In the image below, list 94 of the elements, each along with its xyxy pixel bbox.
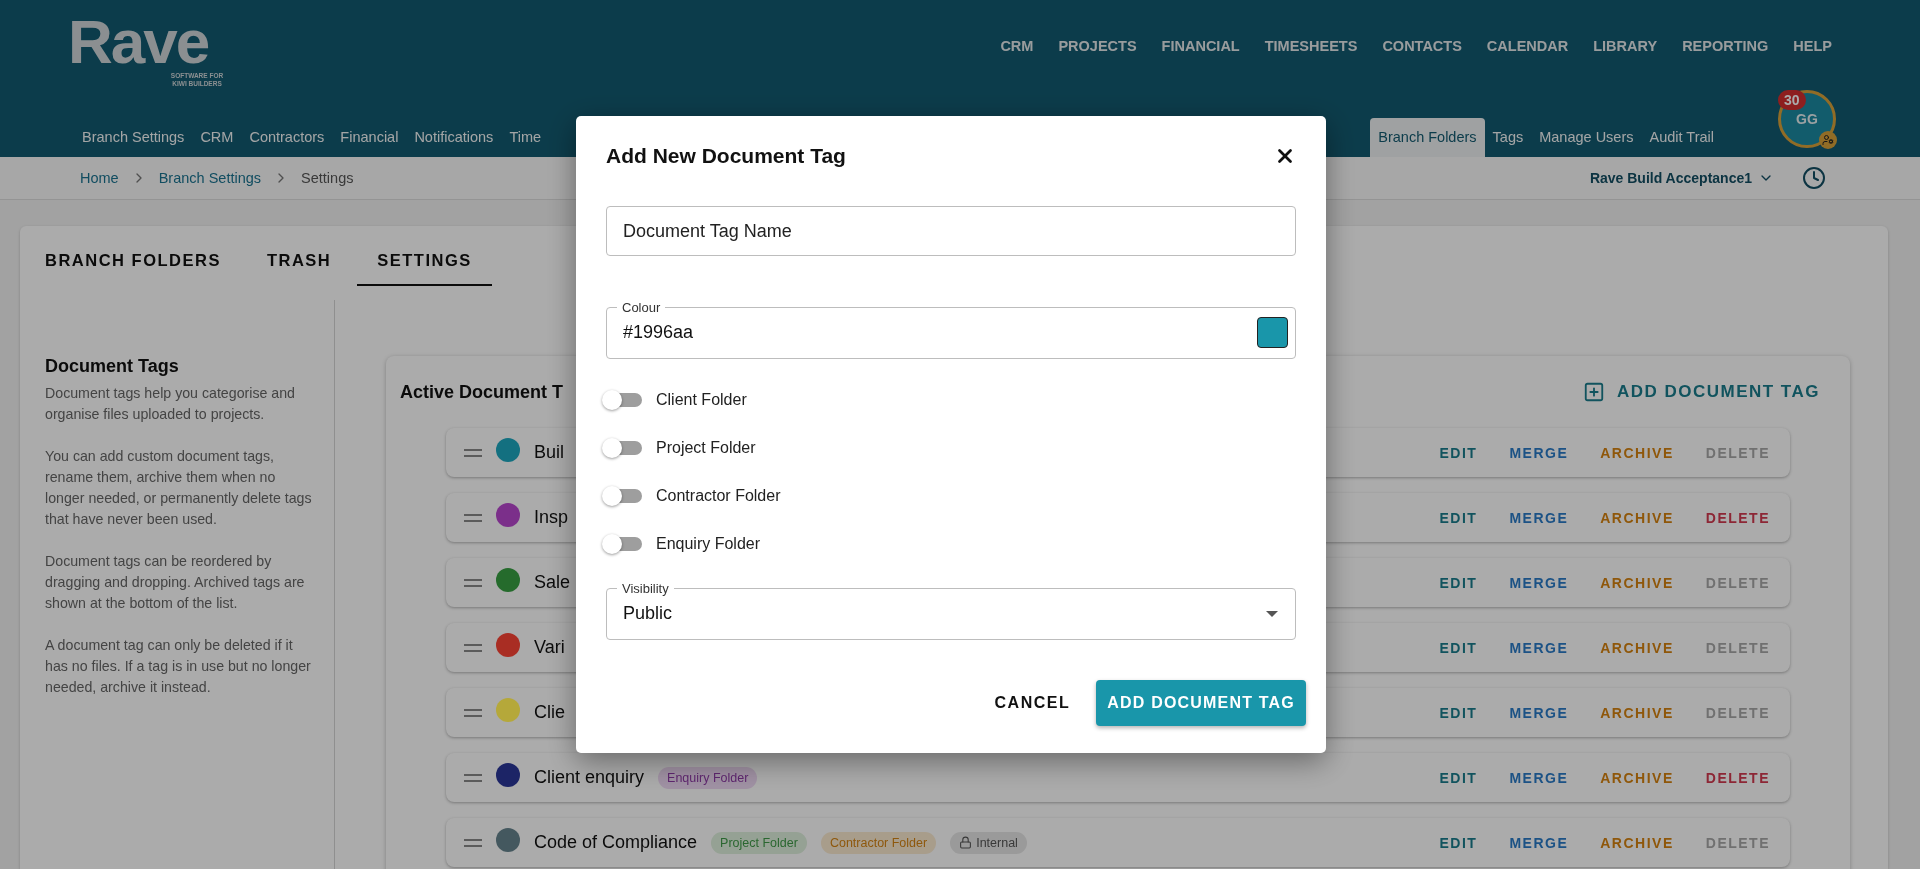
row-action-link[interactable]: MERGE: [1509, 704, 1569, 721]
drag-handle-icon[interactable]: [464, 773, 482, 782]
lock-icon: [959, 836, 973, 849]
main-nav-link[interactable]: FINANCIAL: [1161, 38, 1240, 54]
main-nav-link[interactable]: HELP: [1793, 38, 1832, 54]
main-nav-link[interactable]: CALENDAR: [1486, 38, 1569, 54]
folder-chip: Contractor Folder: [820, 831, 937, 854]
list-title: Active Document T: [400, 381, 564, 403]
drag-handle-icon[interactable]: [464, 643, 482, 652]
row-action-link[interactable]: DELETE: [1705, 769, 1770, 786]
tag-name: Clie: [534, 702, 565, 723]
section-title: Document Tags: [45, 356, 180, 377]
drag-handle-icon[interactable]: [464, 708, 482, 717]
user-avatar[interactable]: GG 30: [1778, 90, 1836, 148]
sub-nav-link[interactable]: Contractors: [241, 118, 333, 157]
main-nav-link[interactable]: CONTACTS: [1382, 38, 1462, 54]
sub-nav-link[interactable]: Tags: [1484, 118, 1532, 157]
tag-name: Client enquiry: [534, 767, 645, 788]
row-action-link[interactable]: EDIT: [1439, 509, 1478, 526]
row-action-link[interactable]: EDIT: [1439, 444, 1478, 461]
sub-nav-link[interactable]: CRM: [192, 118, 242, 157]
row-action-link[interactable]: EDIT: [1439, 769, 1478, 786]
sub-nav-link[interactable]: Branch Settings: [74, 118, 193, 157]
row-action-link[interactable]: MERGE: [1509, 509, 1569, 526]
row-action-link[interactable]: ARCHIVE: [1600, 574, 1674, 591]
row-action-link[interactable]: DELETE: [1705, 509, 1770, 526]
main-nav-link[interactable]: CRM: [1000, 38, 1034, 54]
dialog-title: Add New Document Tag: [606, 144, 846, 168]
help-paragraph: A document tag can only be deleted if it has no files. If a tag is in use but no longer needed, archive it instead.: [45, 636, 312, 697]
row-action-link[interactable]: MERGE: [1509, 834, 1569, 851]
notification-badge: 30: [1778, 90, 1806, 110]
tag-name: Insp: [534, 507, 569, 528]
tag-name-field[interactable]: Document Tag Name: [606, 206, 1296, 256]
sub-nav-link[interactable]: Financial: [332, 118, 407, 157]
breadcrumb-link[interactable]: Branch Settings: [158, 170, 262, 186]
row-action-link[interactable]: EDIT: [1439, 639, 1478, 656]
tag-name: Vari: [534, 637, 565, 658]
tag-row[interactable]: Client enquiry Enquiry Folder EDIT MERGE ARCHIVE DELETE: [446, 753, 1790, 802]
user-gear-icon: [1819, 131, 1837, 149]
row-action-link[interactable]: EDIT: [1439, 834, 1478, 851]
row-action-link[interactable]: MERGE: [1509, 444, 1569, 461]
main-nav-link[interactable]: REPORTING: [1682, 38, 1769, 54]
row-action-link[interactable]: ARCHIVE: [1600, 769, 1674, 786]
clock-icon[interactable]: [1802, 166, 1826, 190]
main-nav-link[interactable]: TIMESHEETS: [1264, 38, 1358, 54]
breadcrumb-link[interactable]: Home: [80, 170, 119, 186]
drag-handle-icon[interactable]: [464, 578, 482, 587]
colour-field[interactable]: Colour #1996aa: [606, 300, 1296, 359]
drag-handle-icon[interactable]: [464, 513, 482, 522]
plus-square-icon: [1582, 381, 1605, 403]
tab[interactable]: SETTINGS: [357, 236, 492, 286]
breadcrumb-link[interactable]: Settings: [301, 170, 354, 186]
tab[interactable]: TRASH: [246, 236, 352, 286]
visibility-select[interactable]: Visibility Public: [606, 581, 1296, 640]
drag-handle-icon[interactable]: [464, 838, 482, 847]
tag-name: Code of Compliance: [534, 832, 698, 853]
row-action-link[interactable]: MERGE: [1509, 639, 1569, 656]
row-action-link[interactable]: ARCHIVE: [1600, 704, 1674, 721]
help-paragraph: Document tags help you categorise and organise files uploaded to projects.: [45, 384, 296, 424]
sub-nav-link[interactable]: Branch Folders: [1370, 118, 1485, 157]
row-action-link[interactable]: EDIT: [1439, 704, 1478, 721]
main-nav-link[interactable]: LIBRARY: [1593, 38, 1658, 54]
folder-chip: Enquiry Folder: [658, 766, 758, 789]
switch-label: Contractor Folder: [656, 487, 781, 505]
switch-label: Enquiry Folder: [656, 535, 761, 553]
tag-name: Buil: [534, 442, 564, 463]
avatar-initials: GG: [1796, 111, 1818, 127]
add-document-tag-button[interactable]: ADD DOCUMENT TAG: [1096, 680, 1306, 726]
main-nav-link[interactable]: PROJECTS: [1058, 38, 1137, 54]
row-action-link[interactable]: ARCHIVE: [1600, 444, 1674, 461]
branch-selector[interactable]: Rave Build Acceptance1: [1589, 170, 1774, 186]
folder-chip: Project Folder: [711, 831, 807, 854]
colour-swatch[interactable]: [1257, 317, 1288, 348]
folder-chip: Internal: [950, 831, 1027, 854]
row-action-link[interactable]: ARCHIVE: [1600, 509, 1674, 526]
logo-wordmark: Rave: [68, 14, 209, 70]
sub-nav-link[interactable]: Manage Users: [1531, 118, 1642, 157]
sub-nav-link[interactable]: Notifications: [406, 118, 502, 157]
row-action-link[interactable]: EDIT: [1439, 574, 1478, 591]
switch-label: Project Folder: [656, 439, 756, 457]
drag-handle-icon[interactable]: [464, 448, 482, 457]
sub-nav-link[interactable]: Time: [501, 118, 550, 157]
row-action-link[interactable]: MERGE: [1509, 574, 1569, 591]
sub-nav-link[interactable]: Audit Trail: [1641, 118, 1722, 157]
cancel-button[interactable]: CANCEL: [986, 680, 1079, 726]
row-action-link[interactable]: ARCHIVE: [1600, 834, 1674, 851]
add-tag-button[interactable]: ADD DOCUMENT TAG: [1582, 381, 1820, 403]
help-paragraph: You can add custom document tags, rename them, archive them when no longer needed, or permanently delete tags that have never been used.: [45, 447, 313, 529]
tag-name: Sale: [534, 572, 571, 593]
help-paragraph: Document tags can be reordered by dragging and dropping. Archived tags are shown at the bottom of the list.: [45, 552, 306, 613]
row-action-link[interactable]: ARCHIVE: [1600, 639, 1674, 656]
tab[interactable]: BRANCH FOLDERS: [25, 236, 241, 286]
row-action-link[interactable]: MERGE: [1509, 769, 1569, 786]
switch-label: Client Folder: [656, 391, 747, 409]
